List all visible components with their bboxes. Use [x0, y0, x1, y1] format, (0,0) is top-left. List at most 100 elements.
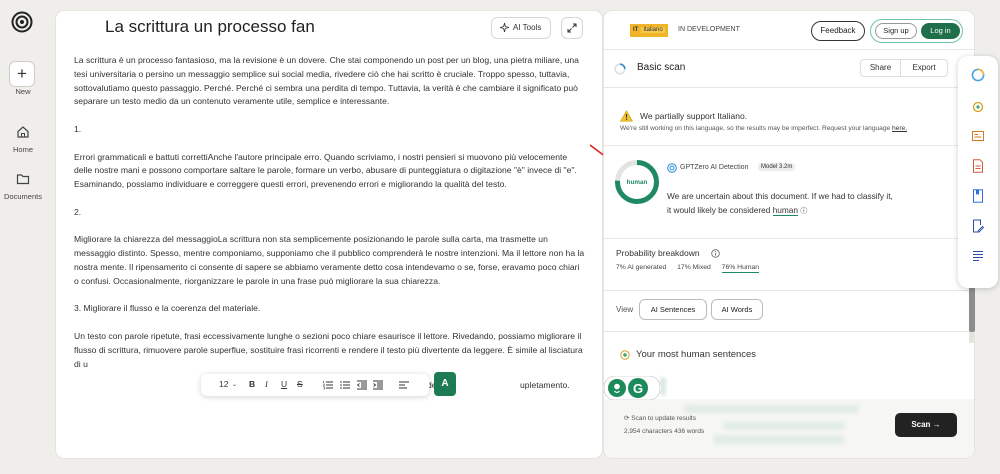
human-sentences-icon — [620, 350, 630, 360]
scan-status-icon — [614, 63, 626, 75]
bookmark-icon[interactable] — [972, 189, 984, 203]
document-icon[interactable] — [972, 159, 984, 173]
document-title[interactable]: La scrittura un processo fan — [105, 17, 315, 37]
ai-tools-button[interactable]: AI Tools — [491, 17, 552, 39]
italic-button[interactable]: I — [265, 379, 268, 389]
sparkle-icon — [499, 23, 510, 33]
stat-ai-generated: 7% AI generated — [616, 264, 667, 271]
strikethrough-button[interactable]: S — [297, 379, 303, 389]
blurred-highlight — [714, 435, 844, 444]
paragraph: La scrittura è un processo fantasioso, m… — [74, 55, 579, 107]
grammarly-assistant-icon[interactable]: A — [434, 372, 456, 396]
warning-icon — [620, 110, 633, 122]
scan-title: Basic scan — [637, 62, 686, 73]
warning-title: We partially support Italiano. — [640, 111, 748, 121]
expand-button[interactable] — [561, 17, 583, 39]
blurred-highlight — [724, 422, 844, 430]
numbered-list-icon[interactable] — [323, 380, 333, 390]
log-in-button[interactable]: Log in — [921, 23, 960, 39]
bullet-list-icon[interactable] — [340, 380, 350, 390]
warning-text: We're still working on this language, so… — [620, 125, 891, 132]
outdent-icon[interactable] — [357, 380, 367, 390]
extension-dock — [958, 56, 998, 288]
share-export-group: Share Export — [860, 59, 948, 77]
character-count: 2,954 characters 436 words — [624, 428, 705, 435]
svg-text:G: G — [633, 381, 643, 396]
divider — [604, 87, 974, 88]
plus-icon: + — [17, 64, 27, 83]
divider — [604, 145, 974, 146]
model-badge: Model 3.2m — [758, 163, 796, 171]
notes-list-icon[interactable] — [972, 249, 984, 263]
app-logo-icon[interactable] — [11, 11, 33, 33]
scan-button-label: Scan — [911, 420, 931, 429]
language-badge[interactable]: IT Italiano — [630, 24, 668, 37]
gptzero-panel: IT Italiano IN DEVELOPMENT Feedback Sign … — [604, 11, 974, 458]
blurred-highlight — [660, 377, 666, 396]
detector-name: GPTZero AI Detection — [680, 164, 749, 171]
spinner-icon[interactable] — [972, 100, 984, 114]
paragraph-fragment: upletamento. — [520, 380, 570, 390]
request-language-link[interactable]: here. — [892, 125, 907, 132]
card-icon[interactable] — [972, 129, 984, 143]
documents-label[interactable]: Documents — [0, 192, 46, 201]
arrow-right-icon: → — [932, 420, 941, 429]
home-icon[interactable] — [16, 125, 30, 139]
format-toolbar: 12 ⌄ B I U S — [201, 374, 429, 396]
new-document-button[interactable]: + — [9, 61, 35, 87]
font-size-select[interactable]: 12 — [219, 379, 228, 389]
paragraph: 1. — [74, 123, 82, 134]
auth-button-group: Sign up Log in — [870, 19, 963, 43]
paragraph: Errori grammaticali e battuti correttiAn… — [74, 151, 577, 190]
app-rail: + New Home Documents — [0, 0, 46, 474]
gauge-label: human — [626, 179, 648, 186]
indent-icon[interactable] — [373, 380, 383, 390]
verdict-text: We are uncertain about this document. If… — [667, 189, 897, 219]
breakdown-stats: 7% AI generated 17% Mixed 76% Human — [616, 264, 768, 273]
document-body[interactable]: La scrittura è un processo fantasioso, m… — [74, 54, 585, 385]
language-code: IT — [633, 27, 639, 33]
align-left-icon[interactable] — [399, 380, 409, 390]
ai-tools-label: AI Tools — [513, 23, 542, 32]
ai-words-button[interactable]: AI Words — [711, 299, 763, 320]
blurred-highlight — [684, 405, 859, 413]
stat-human: 76% Human — [721, 264, 760, 273]
sign-up-button[interactable]: Sign up — [875, 23, 917, 39]
divider — [604, 290, 974, 291]
scan-button[interactable]: Scan → — [895, 413, 957, 437]
paragraph: 2. — [74, 206, 82, 217]
update-results-label: Scan to update results — [631, 415, 696, 422]
language-name: Italiano — [641, 27, 665, 33]
view-label: View — [616, 305, 634, 314]
grammarly-plugin-icon[interactable]: G — [604, 376, 660, 400]
new-label: New — [15, 87, 31, 96]
info-icon[interactable] — [711, 249, 720, 258]
home-label[interactable]: Home — [0, 145, 46, 154]
chevron-down-icon: ⌄ — [232, 382, 238, 388]
export-button[interactable]: Export — [901, 60, 947, 76]
feedback-button[interactable]: Feedback — [811, 21, 865, 41]
info-icon[interactable]: ⓘ — [800, 208, 807, 215]
grammarly-ring-icon[interactable] — [971, 68, 985, 82]
edit-note-icon[interactable] — [972, 219, 984, 233]
breakdown-title: Probability breakdown — [616, 248, 700, 258]
ai-sentences-button[interactable]: AI Sentences — [639, 299, 707, 320]
share-button[interactable]: Share — [861, 60, 901, 76]
dev-status-label: IN DEVELOPMENT — [678, 26, 740, 33]
bold-button[interactable]: B — [249, 379, 255, 389]
warning-subtext: We're still working on this language, so… — [620, 125, 907, 132]
paragraph: Un testo con parole ripetute, frasi ecce… — [74, 330, 583, 369]
stat-mixed: 17% Mixed — [677, 264, 711, 271]
human-sentences-title: Your most human sentences — [636, 349, 757, 360]
verdict-highlight[interactable]: human — [772, 205, 798, 216]
gptzero-logo-icon — [667, 163, 677, 173]
folder-icon[interactable] — [16, 172, 30, 186]
paragraph: 3. Migliorare il flusso e la coerenza de… — [74, 303, 261, 314]
divider — [604, 238, 974, 239]
paragraph: Migliorare la chiarezza del messaggioLa … — [74, 234, 585, 286]
divider — [604, 331, 974, 332]
divider — [604, 49, 974, 50]
expand-icon — [567, 23, 577, 33]
underline-button[interactable]: U — [281, 379, 287, 389]
update-results-text: ⟳ Scan to update results — [624, 414, 696, 422]
